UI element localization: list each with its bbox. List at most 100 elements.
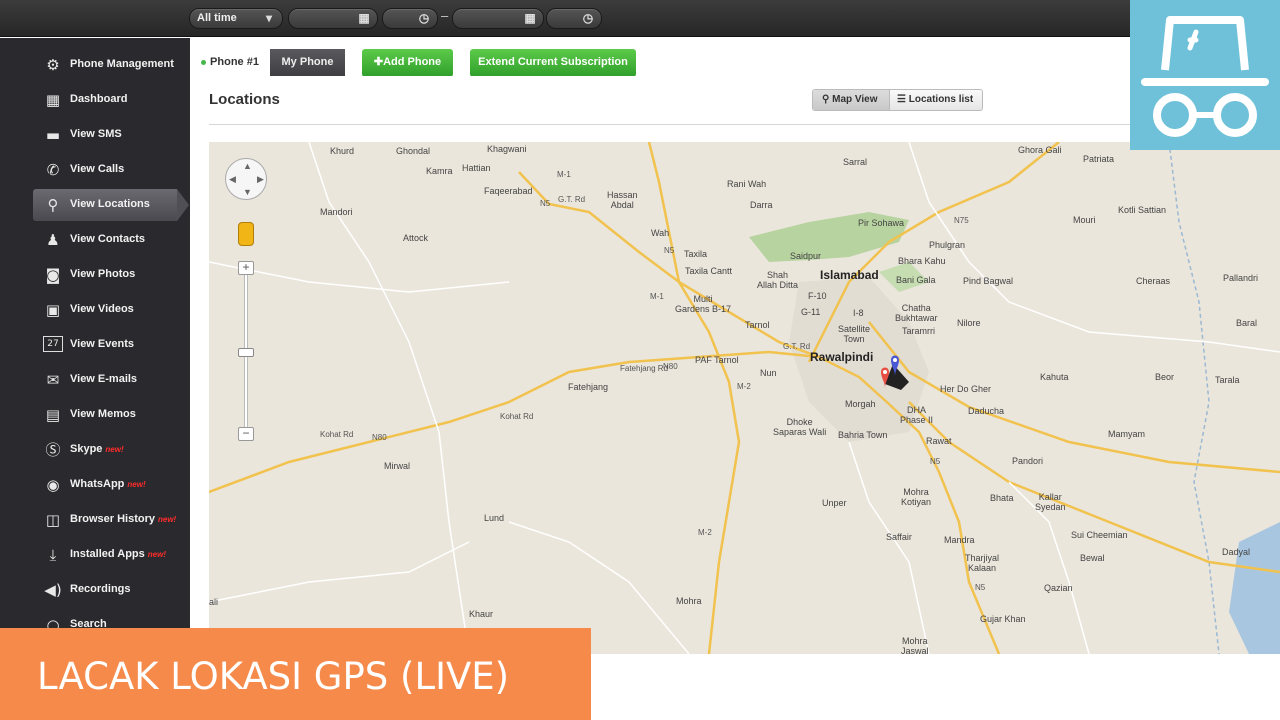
map-label-shah-allah-ditta: Shah Allah Ditta — [757, 270, 799, 290]
sidebar-item-installed-apps[interactable]: ⤓ Installed Apps new! — [33, 539, 177, 571]
sidebar-item-view-memos[interactable]: ▤ View Memos — [33, 399, 177, 431]
sidebar-item-skype[interactable]: Ⓢ Skype new! — [33, 434, 177, 466]
sidebar-item-view-calls[interactable]: ✆ View Calls — [33, 154, 177, 186]
banner-text: LACAK LOKASI GPS (LIVE) — [37, 655, 510, 698]
sidebar-item-view-sms[interactable]: ▬ View SMS — [33, 119, 177, 151]
speaker-icon: ◀) — [44, 581, 62, 599]
extend-subscription-label: Extend Current Subscription — [478, 56, 628, 68]
map-label-islamabad: Islamabad — [820, 268, 879, 282]
street-view-pegman-icon[interactable] — [238, 222, 254, 246]
sidebar-item-label-wrap: Browser History new! — [70, 513, 176, 525]
memo-icon: ▤ — [45, 406, 61, 424]
map-label-khagwani: Khagwani — [487, 144, 527, 154]
sidebar-item-label-wrap: Skype new! — [70, 443, 124, 455]
map-label-bani-gala: Bani Gala — [896, 275, 936, 285]
start-date-input[interactable]: ▦ — [288, 8, 378, 29]
map-label-her-do-gher: Her Do Gher — [940, 384, 992, 394]
map-label-taxila-cantt: Taxila Cantt — [685, 266, 733, 276]
map-label-khurd: Khurd — [330, 146, 355, 156]
map-label-nun: Nun — [760, 368, 777, 378]
map-pan-control[interactable]: ▲ ▼ ◀ ▶ — [225, 158, 267, 200]
locations-list-button[interactable]: ☰ Locations list — [890, 90, 983, 110]
map-label-mohra: Mohra — [676, 596, 702, 606]
map-label-mirwal: Mirwal — [384, 461, 410, 471]
map-label-tharjiyal-kalaan: Tharjiyal Kalaan — [965, 553, 1000, 573]
tab-phone-1[interactable]: Phone #1 — [190, 49, 270, 77]
map-view-label: Map View — [832, 94, 878, 105]
pan-left-icon[interactable]: ◀ — [229, 174, 236, 185]
sidebar-item-label: View Events — [70, 338, 134, 350]
sidebar-item-label: WhatsApp — [70, 478, 125, 490]
zoom-in-button[interactable]: + — [238, 261, 254, 275]
camera-icon: ◙ — [45, 266, 61, 284]
map-label-daducha: Daducha — [968, 406, 1005, 416]
pan-down-icon[interactable]: ▼ — [243, 187, 252, 197]
period-select-value: All time — [197, 12, 237, 24]
sidebar-item-label: Installed Apps — [70, 548, 145, 560]
new-badge: new! — [127, 480, 146, 489]
tab-my-phone[interactable]: My Phone — [270, 49, 345, 77]
sidebar-item-recordings[interactable]: ◀) Recordings — [33, 574, 177, 606]
map-label-pir-sohawa: Pir Sohawa — [858, 218, 905, 228]
sidebar-item-dashboard[interactable]: ▦ Dashboard — [33, 84, 177, 116]
video-icon: ▣ — [45, 301, 61, 319]
spy-logo — [1130, 0, 1280, 150]
sidebar-item-label: View Photos — [70, 268, 136, 280]
sidebar-item-label: View Contacts — [70, 233, 145, 245]
map-label-saidpur: Saidpur — [790, 251, 822, 261]
download-icon: ⤓ — [49, 546, 57, 564]
sidebar-item-view-photos[interactable]: ◙ View Photos — [33, 259, 177, 291]
map-label-bewal: Bewal — [1080, 553, 1105, 563]
sidebar-item-phone-management[interactable]: ⚙ Phone Management — [33, 49, 177, 81]
new-badge: new! — [147, 550, 167, 559]
new-badge: new! — [105, 445, 124, 454]
grid-icon: ▦ — [45, 91, 61, 109]
map-label-mamyam: Mamyam — [1108, 429, 1146, 439]
chevron-down-icon: ▾ — [265, 11, 273, 25]
start-time-input[interactable]: ◷ — [382, 8, 438, 29]
contacts-icon: ♟ — [46, 231, 60, 249]
chat-icon: ▬ — [45, 126, 61, 144]
tab-my-phone-label: My Phone — [281, 56, 334, 68]
map-label-n5d: N5 — [975, 583, 986, 592]
sidebar-item-view-videos[interactable]: ▣ View Videos — [33, 294, 177, 326]
sidebar-item-whatsapp[interactable]: ◉ WhatsApp new! — [33, 469, 177, 501]
map-label-ghondal: Ghondal — [396, 146, 431, 156]
end-time-input[interactable]: ◷ — [546, 8, 602, 29]
view-toggle: ⚲ Map View ☰ Locations list — [812, 89, 983, 111]
map-label-paf-tarnol: PAF Tarnol — [695, 355, 739, 365]
map-label-mouri: Mouri — [1073, 215, 1096, 225]
map-label-tarala: Tarala — [1215, 375, 1240, 385]
map-label-faqeerabad: Faqeerabad — [484, 186, 533, 196]
map-label-n5: N5 — [540, 199, 551, 208]
zoom-out-button[interactable]: − — [238, 427, 254, 441]
map-label-mandra: Mandra — [944, 535, 975, 545]
sidebar-item-browser-history[interactable]: ◫ Browser History new! — [33, 504, 177, 536]
pan-up-icon[interactable]: ▲ — [243, 161, 252, 171]
extend-subscription-button[interactable]: Extend Current Subscription — [470, 49, 636, 77]
map-label-tarnol: Tarnol — [745, 320, 770, 330]
add-phone-button[interactable]: ✚Add Phone — [362, 49, 453, 77]
map-label-mandori: Mandori — [320, 207, 353, 217]
sidebar-item-view-e-mails[interactable]: ✉ View E-mails — [33, 364, 177, 396]
map-label-multi-gardens: Multi Gardens B-17 — [675, 294, 732, 314]
page-title: Locations — [209, 91, 280, 108]
sidebar-item-view-locations[interactable]: ⚲ View Locations — [33, 189, 189, 221]
pan-right-icon[interactable]: ▶ — [257, 174, 264, 185]
sidebar-item-view-contacts[interactable]: ♟ View Contacts — [33, 224, 177, 256]
map-view-button[interactable]: ⚲ Map View — [813, 90, 890, 110]
zoom-slider-handle[interactable] — [238, 348, 254, 357]
map-label-f10: F-10 — [808, 291, 827, 301]
map-canvas[interactable] — [209, 142, 1280, 654]
end-date-input[interactable]: ▦ — [452, 8, 544, 29]
map-label-g11: G-11 — [801, 307, 821, 317]
date-range-separator: – — [441, 8, 449, 23]
list-icon: ☰ — [897, 94, 906, 105]
period-select[interactable]: All time ▾ — [189, 8, 283, 29]
map-roads — [209, 142, 1280, 654]
location-markers — [881, 355, 909, 390]
map-label-attock: Attock — [403, 233, 429, 243]
browser-icon: ◫ — [45, 511, 61, 529]
gear-icon: ⚙ — [46, 56, 60, 74]
sidebar-item-view-events[interactable]: 27 View Events — [33, 329, 177, 361]
